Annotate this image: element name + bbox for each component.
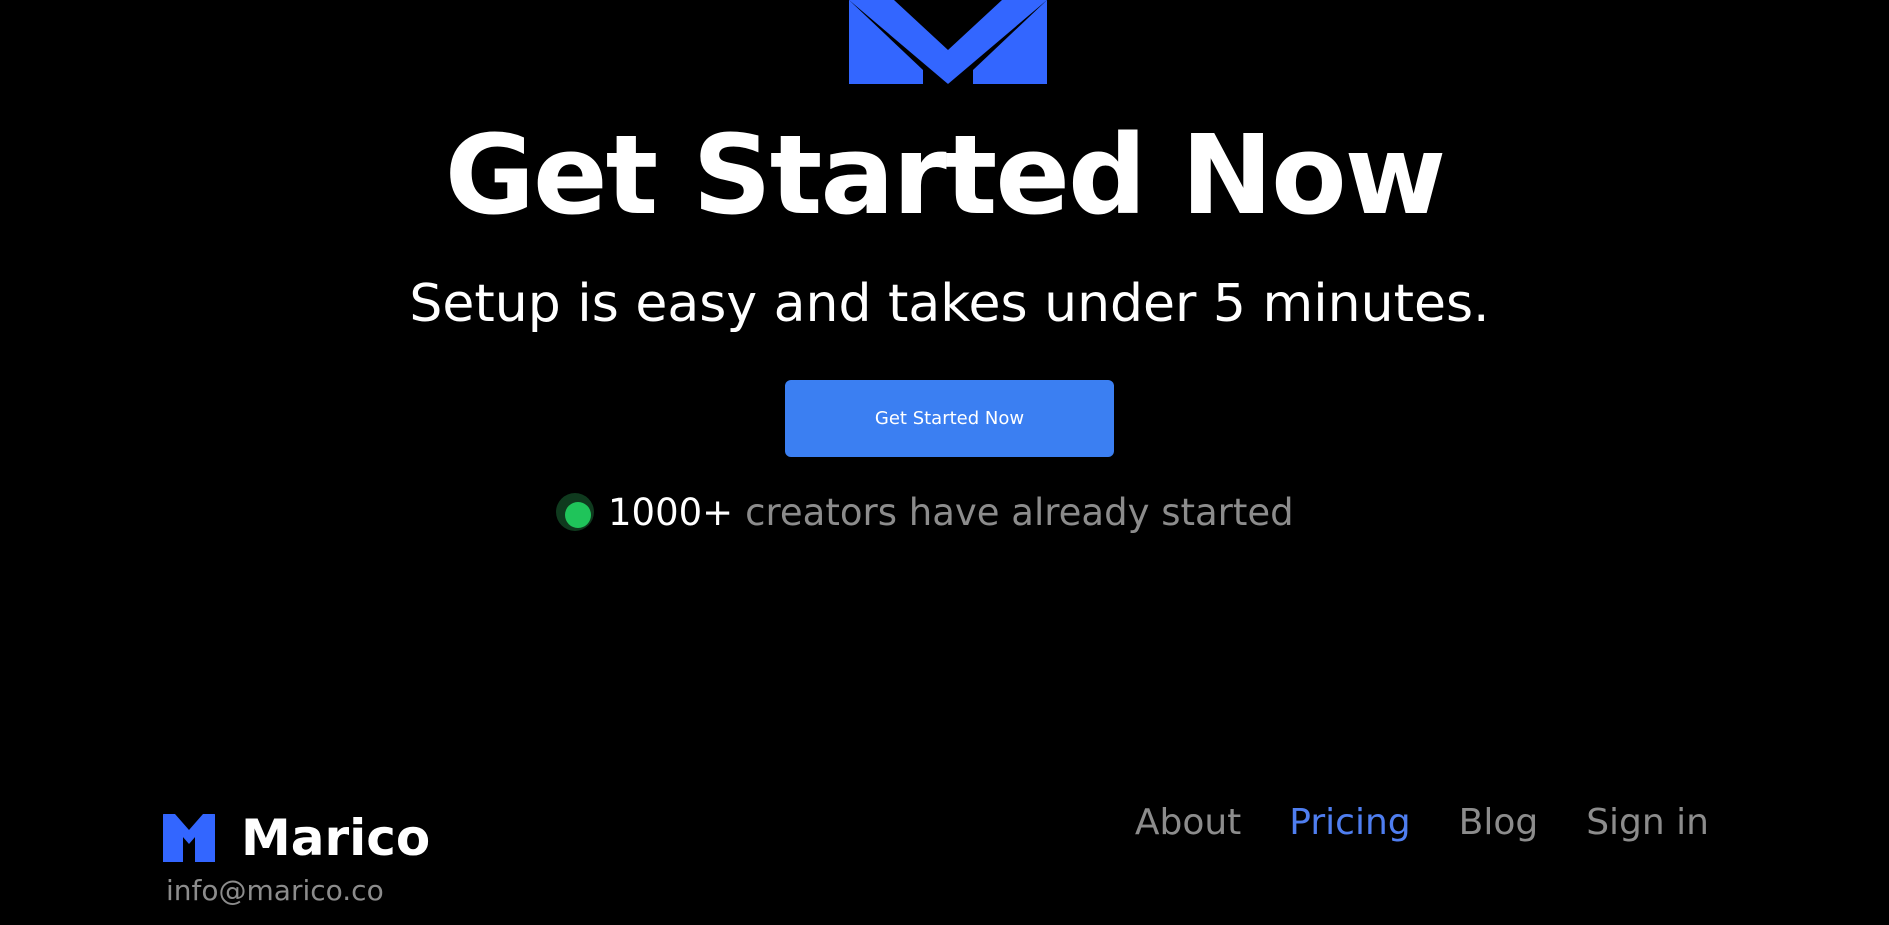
green-status-dot-icon <box>556 493 594 531</box>
nav-link-blog[interactable]: Blog <box>1459 802 1539 843</box>
nav-link-about[interactable]: About <box>1135 802 1241 843</box>
footer-email[interactable]: info@marico.co <box>166 874 384 907</box>
creator-count-caption: creators have already started <box>745 490 1294 534</box>
landing-page: Get Started Now Setup is easy and takes … <box>0 0 1889 925</box>
hero-subtitle: Setup is easy and takes under 5 minutes. <box>409 274 1490 334</box>
creator-count: 1000+ <box>608 490 734 534</box>
nav-link-sign-in[interactable]: Sign in <box>1586 802 1709 843</box>
brand-name: Marico <box>241 809 431 867</box>
footer-nav: About Pricing Blog Sign in <box>1135 802 1709 843</box>
footer-brand[interactable]: Marico <box>163 808 430 868</box>
marico-logo-icon <box>163 814 215 862</box>
get-started-button[interactable]: Get Started Now <box>785 380 1114 457</box>
hero-title: Get Started Now <box>444 111 1447 239</box>
social-proof: 1000+ creators have already started <box>556 487 1294 537</box>
nav-link-pricing[interactable]: Pricing <box>1289 802 1410 843</box>
marico-logo-icon <box>849 0 1047 84</box>
